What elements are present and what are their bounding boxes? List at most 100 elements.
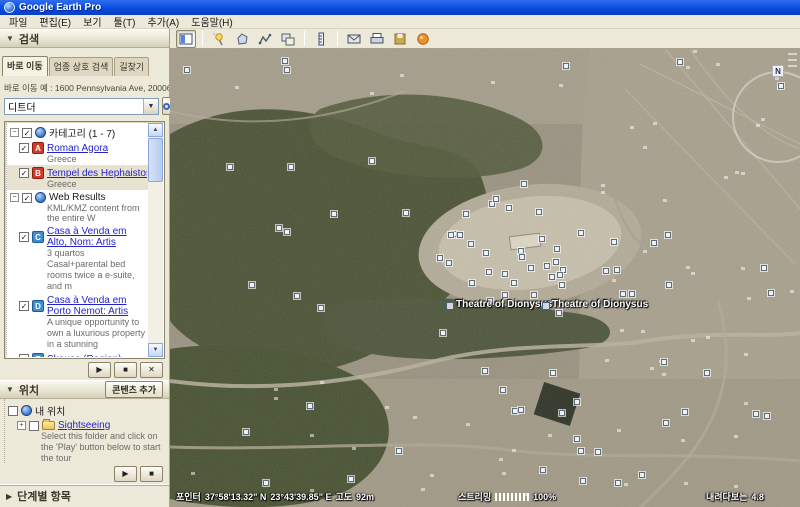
photo-placemark-icon[interactable] [574,399,580,405]
photo-placemark-icon[interactable] [463,211,469,217]
photo-placemark-icon[interactable] [544,263,550,269]
result-link[interactable]: Casa à Venda em Alto, Nom: Artis [47,226,147,248]
photo-placemark-icon[interactable] [557,272,563,278]
photo-placemark-icon[interactable] [556,310,562,316]
expander-icon[interactable]: − [10,128,19,137]
photo-placemark-icon[interactable] [531,292,537,298]
result-link[interactable]: Roman Agora [47,143,108,154]
photo-placemark-icon[interactable] [629,291,635,297]
toolbar-add-path-button[interactable] [255,30,275,48]
menu-view[interactable]: 보기 [78,14,106,29]
result-link[interactable]: Casa à Venda em Porto Nemot: Artis [47,295,147,317]
photo-placemark-icon[interactable] [468,241,474,247]
photo-placemark-icon[interactable] [677,59,683,65]
photo-placemark-icon[interactable] [243,429,249,435]
toolbar-ruler-button[interactable] [311,30,331,48]
scrollbar-thumb[interactable] [148,138,163,182]
search-panel-header[interactable]: ▼ 검색 [0,29,169,48]
photo-placemark-icon[interactable] [369,158,375,164]
photo-placemark-icon[interactable] [595,449,601,455]
photo-placemark-icon[interactable] [403,210,409,216]
checkbox[interactable] [29,421,39,431]
photo-placemark-icon[interactable] [440,330,446,336]
photo-placemark-icon[interactable] [348,476,354,482]
placemark-icon[interactable] [446,302,454,310]
menu-help[interactable]: 도움말(H) [186,14,237,29]
places-panel-header[interactable]: ▼ 위치 콘텐츠 추가 [0,380,169,399]
photo-placemark-icon[interactable] [482,368,488,374]
checkbox[interactable]: ✓ [22,128,32,138]
photo-placemark-icon[interactable] [559,410,565,416]
compass-north-indicator[interactable]: N [772,65,784,77]
tab-fly-to[interactable]: 바로 이동 [2,56,48,76]
result-item-c[interactable]: ✓ C Casa à Venda em Alto, Nom: Artis [7,224,148,248]
photo-placemark-icon[interactable] [536,209,542,215]
toolbar-view-in-maps-button[interactable] [413,30,433,48]
photo-placemark-icon[interactable] [540,467,546,473]
photo-placemark-icon[interactable] [620,291,626,297]
photo-placemark-icon[interactable] [307,403,313,409]
aerial-imagery-view[interactable]: Theatre of Dionysus Theatre of Dionysus … [170,49,800,507]
photo-placemark-icon[interactable] [519,254,525,260]
checkbox[interactable]: ✓ [19,143,29,153]
photo-placemark-icon[interactable] [437,255,443,261]
photo-placemark-icon[interactable] [666,282,672,288]
web-results-row[interactable]: − ✓ Web Results [7,190,148,203]
checkbox[interactable] [8,406,18,416]
photo-placemark-icon[interactable] [502,271,508,277]
results-scrollbar[interactable]: ▲ ▼ [148,123,163,357]
photo-placemark-icon[interactable] [574,436,580,442]
search-combobox[interactable]: ▼ [4,98,159,115]
photo-placemark-icon[interactable] [396,448,402,454]
expander-icon[interactable]: − [10,193,19,202]
photo-placemark-icon[interactable] [502,292,508,298]
photo-placemark-icon[interactable] [284,229,290,235]
photo-placemark-icon[interactable] [518,407,524,413]
photo-placemark-icon[interactable] [603,268,609,274]
toolbar-email-button[interactable] [344,30,364,48]
photo-placemark-icon[interactable] [282,58,288,64]
zoom-slider[interactable] [788,53,797,67]
photo-placemark-icon[interactable] [500,387,506,393]
menu-file[interactable]: 파일 [4,14,32,29]
photo-placemark-icon[interactable] [511,280,517,286]
result-item-e[interactable]: ✓ E Skeuos (Region) [7,351,148,357]
results-root-row[interactable]: − ✓ 카테고리 (1 - 7) [7,123,148,140]
photo-placemark-icon[interactable] [778,83,784,89]
checkbox[interactable]: ✓ [19,232,29,242]
selected-result[interactable]: ✓ B Tempel des Hephaistos Greece [7,165,148,190]
checkbox[interactable]: ✓ [19,354,29,357]
toolbar-sidebar-toggle-button[interactable] [176,30,196,48]
result-link[interactable]: Tempel des Hephaistos [47,168,147,179]
checkbox[interactable]: ✓ [19,168,29,178]
scroll-up-icon[interactable]: ▲ [148,123,163,137]
photo-placemark-icon[interactable] [578,230,584,236]
checkbox[interactable]: ✓ [22,193,32,203]
play-tour-button[interactable]: ▶ [88,362,111,378]
photo-placemark-icon[interactable] [559,282,565,288]
sightseeing-row[interactable]: + Sightseeing [5,418,169,431]
tab-directions[interactable]: 길찾기 [114,57,149,76]
photo-placemark-icon[interactable] [611,239,617,245]
photo-placemark-icon[interactable] [563,63,569,69]
photo-placemark-icon[interactable] [764,413,770,419]
photo-placemark-icon[interactable] [753,411,759,417]
add-content-button[interactable]: 콘텐츠 추가 [105,381,163,398]
map-label-theatre-of-dionysus[interactable]: Theatre of Dionysus [456,299,552,310]
photo-placemark-icon[interactable] [528,265,534,271]
my-places-row[interactable]: 내 위치 [5,401,169,418]
photo-placemark-icon[interactable] [318,305,324,311]
photo-placemark-icon[interactable] [249,282,255,288]
sightseeing-link[interactable]: Sightseeing [58,420,110,431]
tab-find-businesses[interactable]: 업종 상호 검색 [49,57,114,76]
toolbar-save-image-button[interactable] [390,30,410,48]
photo-placemark-icon[interactable] [457,232,463,238]
photo-placemark-icon[interactable] [663,420,669,426]
photo-placemark-icon[interactable] [539,236,545,242]
checkbox[interactable]: ✓ [19,301,29,311]
photo-placemark-icon[interactable] [768,290,774,296]
photo-placemark-icon[interactable] [486,269,492,275]
title-bar[interactable]: Google Earth Pro [0,0,800,15]
toolbar-add-polygon-button[interactable] [232,30,252,48]
photo-placemark-icon[interactable] [284,67,290,73]
